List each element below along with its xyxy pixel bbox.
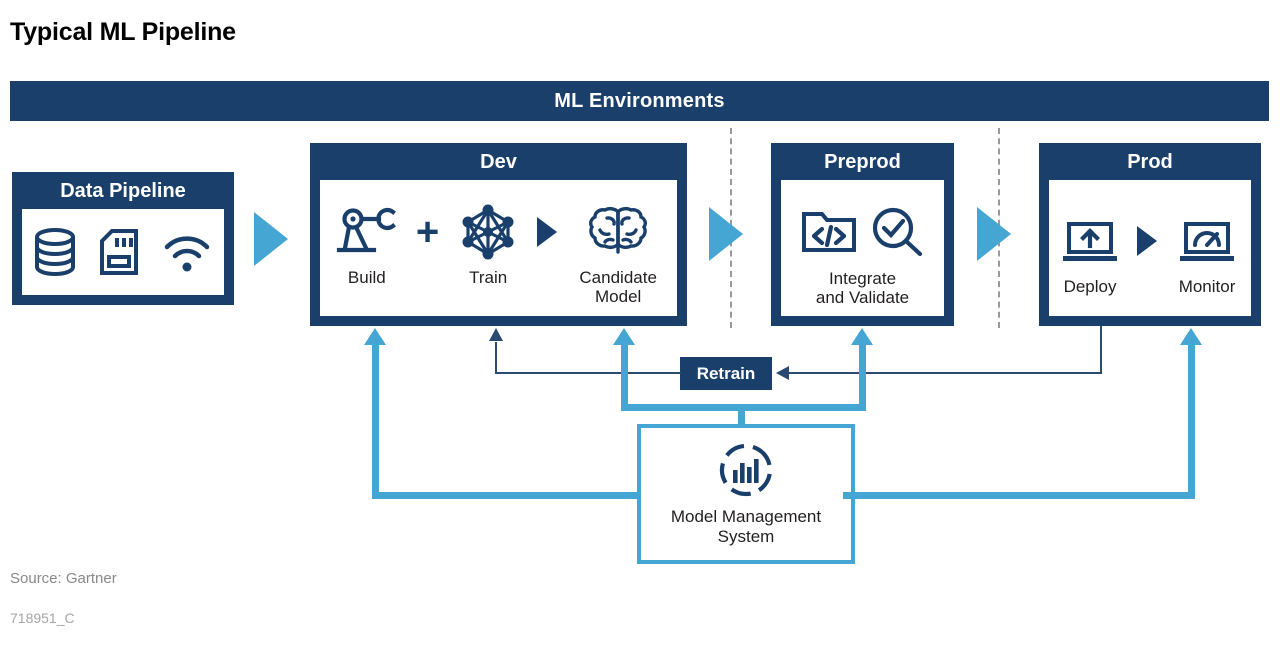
magnifier-check-icon [868,201,926,261]
footer-doc-id: 718951_C [10,610,75,626]
ml-environments-bar: ML Environments [10,81,1269,121]
mms-left-stub [608,492,641,499]
neural-network-icon [458,202,518,262]
dev-item-train: Train [445,202,531,287]
ml-environments-label: ML Environments [554,89,725,112]
mms-left-vertical [372,345,379,495]
mms-to-dev-vertical [621,345,628,407]
preprod-item-integrate-validate: Integrate and Validate [800,189,926,307]
dev-item-candidate-model-label: Candidate Model [579,267,657,306]
laptop-gauge-icon [1176,211,1238,271]
dev-item-build-label: Build [347,267,386,287]
prod-to-retrain-arrowhead [776,366,789,380]
mms-right-vertical [1188,345,1195,495]
dev-inline-arrow [537,216,558,247]
prod-inline-arrow [1137,226,1158,257]
prod-item-monitor-label: Monitor [1178,277,1236,297]
mms-right-arrowhead [1180,328,1202,345]
retrain-to-dev-horizontal [495,372,681,374]
prod-to-retrain-vertical [1100,326,1102,372]
mms-to-dev-arrowhead [613,328,635,345]
laptop-upload-icon [1059,211,1121,271]
database-icon [33,227,77,277]
mms-to-preprod-vertical [859,345,866,407]
brain-icon [587,202,649,262]
dev-title: Dev [480,151,517,173]
preprod-title: Preprod [824,151,901,173]
preprod-box: Preprod Integrate and Validate [771,143,954,326]
dev-item-train-label: Train [469,267,508,287]
flow-arrow-dev-to-preprod [709,207,743,261]
data-pipeline-body [22,209,224,295]
prod-title: Prod [1127,151,1173,173]
mms-top-horizontal-bus [621,404,866,411]
flow-arrow-preprod-to-prod [977,207,1011,261]
diagram-canvas: Typical ML Pipeline ML Environments Data… [0,0,1280,649]
model-management-system-caption: Model Management System [670,507,822,546]
prod-item-deploy: Deploy [1049,211,1131,296]
dev-item-candidate-model: Candidate Model [563,202,673,306]
preprod-body: Integrate and Validate [781,180,944,316]
mms-right-horizontal [870,492,1195,499]
prod-body: Deploy Monitor [1049,180,1251,316]
prod-item-monitor: Monitor [1163,211,1251,296]
retrain-to-dev-vertical [495,342,497,374]
footer-source: Source: Gartner [10,570,117,587]
retrain-box: Retrain [680,357,772,390]
dev-body: Build + Train Candidate Model [320,180,677,316]
dev-item-build: Build [324,202,410,287]
dev-plus-symbol: + [415,209,440,254]
retrain-label: Retrain [696,363,756,383]
prod-box: Prod Deploy Monitor [1039,143,1261,326]
model-management-system-box: Model Management System [637,424,855,564]
mms-left-arrowhead [364,328,386,345]
dev-box: Dev Build + Train Candidate Model [310,143,687,326]
flow-arrow-data-to-dev [254,212,288,266]
data-pipeline-box: Data Pipeline [12,172,234,305]
prod-item-deploy-label: Deploy [1063,277,1117,297]
retrain-to-dev-arrowhead [489,328,503,341]
mms-to-preprod-arrowhead [851,328,873,345]
dashed-circle-bar-chart-icon [717,441,775,499]
mms-left-horizontal [372,492,612,499]
memory-card-icon [98,227,140,277]
code-folder-icon [800,201,858,261]
data-pipeline-title: Data Pipeline [60,180,186,202]
wifi-icon [161,227,213,277]
preprod-caption: Integrate and Validate [815,268,910,307]
robot-arm-icon [336,202,398,262]
page-title: Typical ML Pipeline [10,18,236,46]
prod-to-retrain-horizontal [789,372,1102,374]
